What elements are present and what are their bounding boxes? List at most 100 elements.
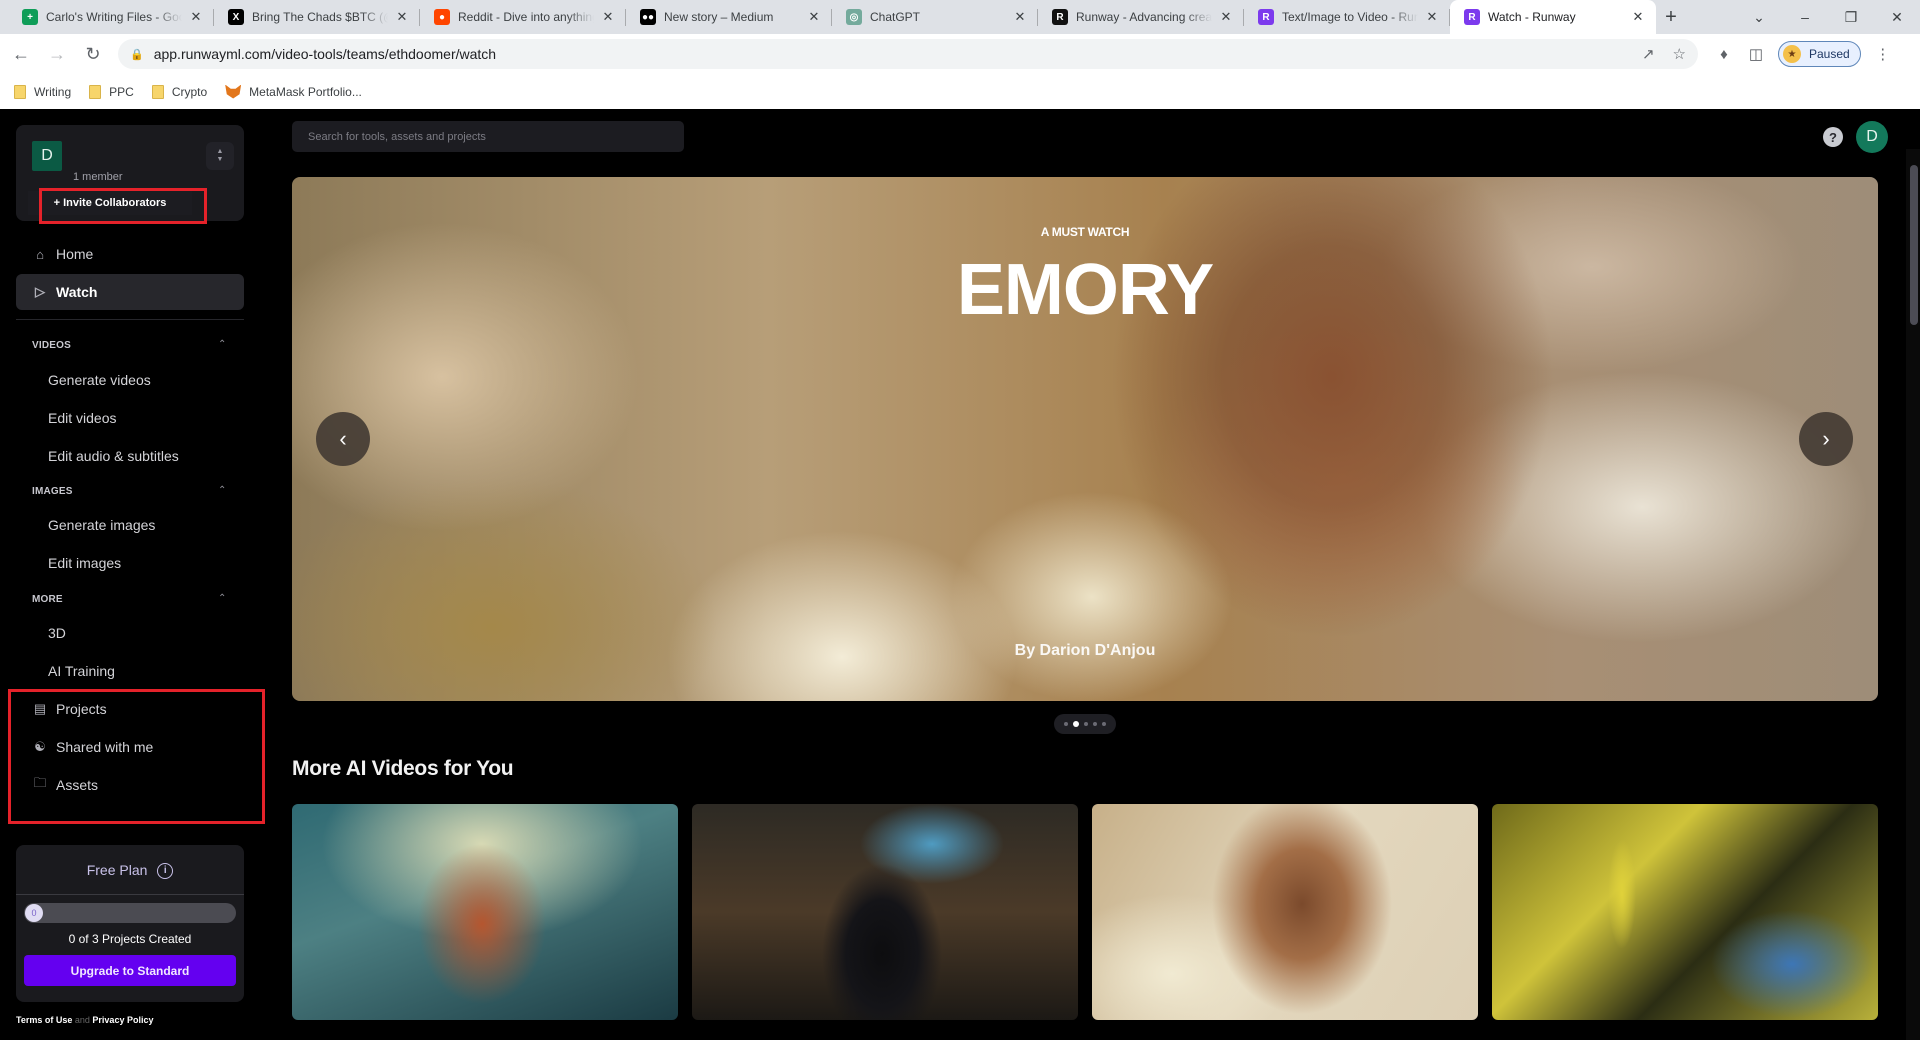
extensions-icon[interactable]: ♦ [1708,46,1740,63]
bookmark-item[interactable]: MetaMask Portfolio... [225,84,362,99]
close-tab-icon[interactable]: ✕ [806,9,822,25]
browser-tab[interactable]: + Carlo's Writing Files - Google Drive ✕ [8,0,214,34]
profile-button[interactable]: ★ Paused [1778,41,1861,67]
collapse-chevron-icon[interactable]: ⌃ [218,485,226,496]
generate-images-link[interactable]: Generate images [48,517,155,533]
divider [16,319,244,320]
browser-tab[interactable]: R Text/Image to Video - Runway ✕ [1244,0,1450,34]
new-tab-button[interactable]: + [1656,0,1686,34]
team-switcher[interactable]: ▲ ▼ [206,142,234,170]
user-avatar[interactable]: D [1856,121,1888,153]
url-text[interactable]: app.runwayml.com/video-tools/teams/ethdo… [154,46,1624,62]
metamask-icon [225,84,242,99]
browser-tab[interactable]: ● Reddit - Dive into anything ✕ [420,0,626,34]
forward-button[interactable]: → [42,39,72,69]
nav-label: Projects [56,701,107,717]
reload-button[interactable]: ↻ [78,39,108,69]
carousel-dot[interactable] [1064,722,1068,726]
section-more: MORE [32,594,63,605]
terms-link[interactable]: Terms of Use [16,1015,72,1025]
chevron-left-icon: ‹ [339,426,347,451]
help-icon[interactable]: ? [1823,127,1843,147]
tab-title: Reddit - Dive into anything [458,10,594,24]
share-icon[interactable]: ↗ [1642,45,1655,63]
tab-title: Runway - Advancing creativity [1076,10,1212,24]
close-tab-icon[interactable]: ✕ [1424,9,1440,25]
x-icon: X [228,9,244,25]
close-window-button[interactable]: ✕ [1874,9,1920,26]
bookmark-star-icon[interactable]: ☆ [1673,45,1686,63]
browser-tab[interactable]: ◎ ChatGPT ✕ [832,0,1038,34]
close-tab-icon[interactable]: ✕ [600,9,616,25]
bookmarks-bar: Writing PPC Crypto MetaMask Portfolio... [0,74,1920,109]
nav-assets[interactable]: 🗀 Assets [16,767,244,803]
tab-title: Watch - Runway [1488,10,1576,24]
medium-icon: ●● [640,9,656,25]
carousel-dot[interactable] [1102,722,1106,726]
nav-home[interactable]: ⌂ Home [16,236,244,272]
search-input[interactable] [292,121,684,152]
menu-kebab-icon[interactable]: ⋮ [1867,45,1899,63]
restore-button[interactable]: ❐ [1828,9,1874,26]
close-tab-icon[interactable]: ✕ [394,9,410,25]
browser-tab[interactable]: ●● New story – Medium ✕ [626,0,832,34]
lock-icon: 🔒 [130,48,144,61]
close-tab-icon[interactable]: ✕ [1012,9,1028,25]
bookmark-item[interactable]: Crypto [151,84,207,99]
hero-byline: By Darion D'Anjou [1014,642,1156,659]
nav-projects[interactable]: ▤ Projects [16,691,244,727]
bookmark-item[interactable]: PPC [89,84,134,99]
runway-app: D 1 member ▲ ▼ + Invite Collaborators ⌂ … [0,109,1920,1040]
carousel-dot[interactable] [1093,722,1097,726]
browser-tab[interactable]: R Watch - Runway ✕ [1450,0,1656,34]
divider [16,894,244,895]
close-tab-icon[interactable]: ✕ [188,9,204,25]
carousel-next-button[interactable]: › [1799,412,1853,466]
browser-tab[interactable]: X Bring The Chads $BTC (@BTC) ✕ [214,0,420,34]
carousel-dot[interactable] [1084,722,1088,726]
plan-name: Free Plan [86,862,148,878]
chatgpt-icon: ◎ [846,9,862,25]
collapse-chevron-icon[interactable]: ⌃ [218,593,226,604]
tab-list: + Carlo's Writing Files - Google Drive ✕ XB… [0,0,1656,34]
edit-videos-link[interactable]: Edit videos [48,410,116,426]
bookmark-item[interactable]: Writing [14,84,71,99]
privacy-link[interactable]: Privacy Policy [92,1015,153,1025]
address-bar[interactable]: 🔒 app.runwayml.com/video-tools/teams/eth… [118,39,1698,69]
folder-icon: 🗀 [33,775,47,790]
side-panel-icon[interactable]: ◫ [1740,45,1772,63]
3d-link[interactable]: 3D [48,625,66,641]
video-thumbnail[interactable] [292,804,678,1020]
edit-audio-subtitles-link[interactable]: Edit audio & subtitles [48,448,179,464]
ai-training-link[interactable]: AI Training [48,663,115,679]
back-button[interactable]: ← [6,39,36,69]
video-thumbnail[interactable] [692,804,1078,1020]
projects-icon: ▤ [33,701,47,716]
carousel-dot[interactable] [1073,721,1079,727]
invite-collaborators-button[interactable]: + Invite Collaborators [28,191,192,215]
close-tab-icon[interactable]: ✕ [1630,9,1646,25]
tab-title: New story – Medium [664,10,774,24]
tab-title: Carlo's Writing Files - Google Drive [46,10,182,24]
minimize-button[interactable]: – [1782,9,1828,25]
collapse-chevron-icon[interactable]: ⌃ [218,339,226,350]
generate-videos-link[interactable]: Generate videos [48,372,151,388]
nav-watch[interactable]: ▷ Watch [16,274,244,310]
shared-icon: ☯ [34,739,46,754]
browser-tab[interactable]: R Runway - Advancing creativity ✕ [1038,0,1244,34]
scrollbar-thumb[interactable] [1910,165,1918,325]
video-thumbnail[interactable] [1092,804,1478,1020]
hero-eyebrow: A MUST WATCH [1040,225,1130,239]
tab-search-icon[interactable]: ⌄ [1736,9,1782,26]
video-thumbnail[interactable] [1492,804,1878,1020]
nav-shared-with-me[interactable]: ☯ Shared with me [16,729,244,765]
nav-label: Shared with me [56,739,154,755]
hero-carousel[interactable]: A MUST WATCH EMORY By Darion D'Anjou ‹ › [292,177,1878,701]
folder-icon [14,84,26,99]
info-icon[interactable]: i [157,863,174,880]
profile-avatar: ★ [1783,45,1801,63]
upgrade-button[interactable]: Upgrade to Standard [24,955,236,986]
carousel-prev-button[interactable]: ‹ [316,412,370,466]
close-tab-icon[interactable]: ✕ [1218,9,1234,25]
edit-images-link[interactable]: Edit images [48,555,121,571]
